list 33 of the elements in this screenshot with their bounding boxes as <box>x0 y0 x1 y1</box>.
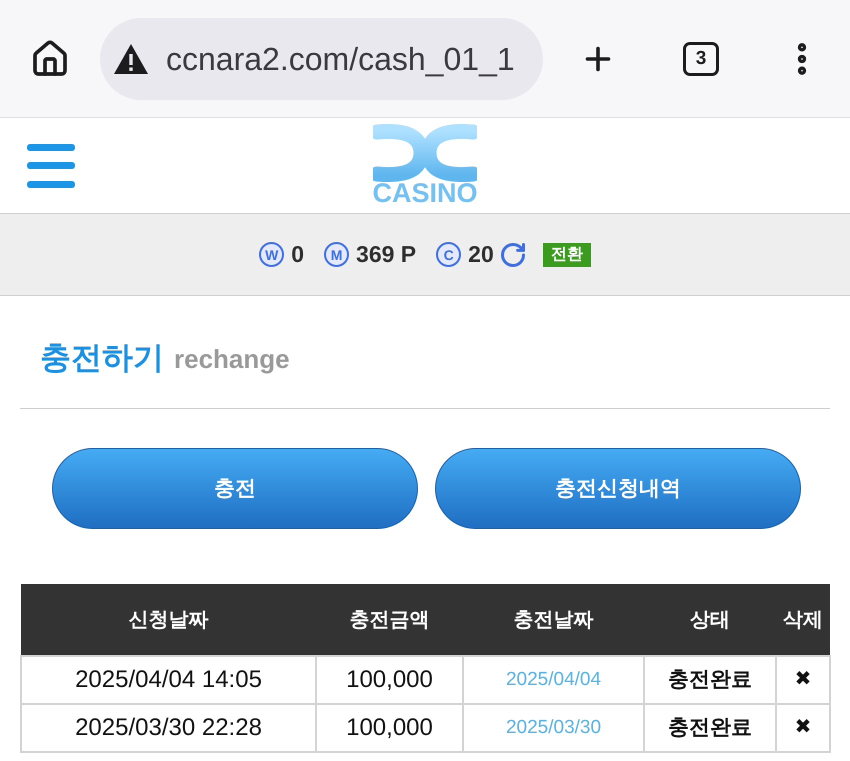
home-icon[interactable] <box>30 38 70 78</box>
table-cell: 100,000 <box>316 656 463 704</box>
convert-button[interactable]: 전환 <box>542 242 591 266</box>
delete-button[interactable]: ✖ <box>794 716 812 736</box>
table-cell: 2025/03/30 <box>463 704 644 752</box>
delete-button[interactable]: ✖ <box>794 668 812 688</box>
tab-count-button[interactable]: 3 <box>683 42 719 76</box>
page-title: 충전하기 <box>40 342 164 373</box>
column-header: 삭제 <box>776 584 830 656</box>
currency-symbol: W <box>259 242 284 267</box>
page-subtitle: rechange <box>174 346 290 372</box>
logo-icon <box>372 124 477 182</box>
table-cell: 2025/04/04 <box>463 656 644 704</box>
address-field[interactable]: ccnara2.com/cash_01_1 <box>100 18 543 100</box>
currency-symbol: M <box>324 242 350 267</box>
column-header: 충전날짜 <box>463 584 644 656</box>
action-button[interactable]: 충전신청내역 <box>435 448 801 529</box>
logo-text: CASINO <box>372 180 478 207</box>
action-button[interactable]: 충전 <box>52 448 418 529</box>
column-header: 상태 <box>644 584 776 656</box>
table-cell: 2025/03/30 22:28 <box>21 704 316 752</box>
column-header: 충전금액 <box>316 584 463 656</box>
table-cell: 충전완료 <box>644 656 776 704</box>
balance-value: 0 <box>291 243 304 266</box>
warning-icon[interactable] <box>113 42 149 74</box>
currency-symbol: C <box>436 242 462 267</box>
table-cell: 2025/04/04 14:05 <box>21 656 316 704</box>
column-header: 신청날짜 <box>21 584 316 656</box>
table-cell: 100,000 <box>316 704 463 752</box>
balance-value: 20 <box>468 243 494 266</box>
balance-value: 369 P <box>356 243 416 266</box>
table-cell: 충전완료 <box>644 704 776 752</box>
refresh-icon[interactable] <box>498 240 527 268</box>
